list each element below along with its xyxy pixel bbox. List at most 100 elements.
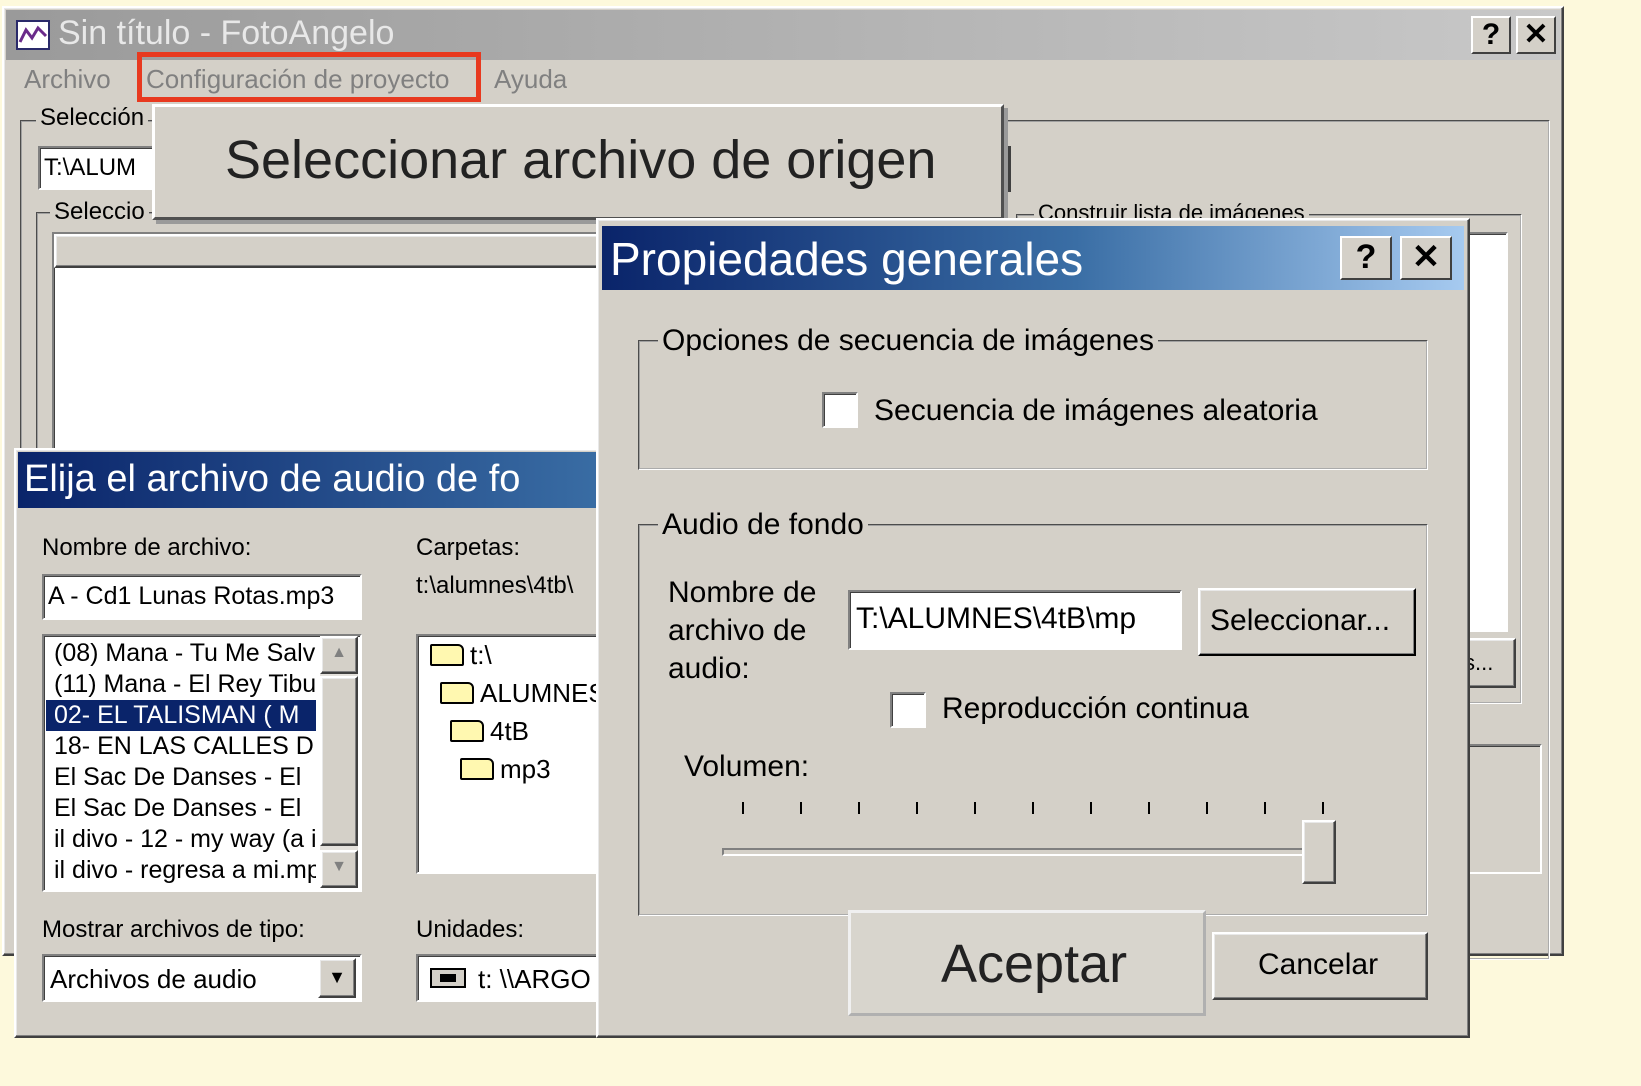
random-sequence-label: Secuencia de imágenes aleatoria bbox=[874, 394, 1318, 427]
cancel-button[interactable]: Cancelar bbox=[1212, 932, 1428, 1000]
accept-label: Aceptar bbox=[941, 934, 1128, 994]
filename-label: Nombre de archivo: bbox=[42, 534, 252, 561]
file-list-item[interactable]: El Sac De Danses - El bbox=[46, 793, 316, 824]
volume-track bbox=[722, 848, 1322, 856]
volume-tick bbox=[858, 802, 860, 814]
scroll-down-button[interactable]: ▼ bbox=[320, 850, 358, 888]
open-folder-icon bbox=[440, 682, 474, 704]
menu-archivo[interactable]: Archivo bbox=[24, 64, 111, 95]
close-icon: ✕ bbox=[1411, 238, 1441, 276]
filename-input[interactable]: A - Cd1 Lunas Rotas.mp3 bbox=[42, 574, 362, 620]
question-icon: ? bbox=[1481, 18, 1501, 51]
folders-path: t:\alumnes\4tb\ bbox=[416, 572, 574, 599]
file-list-item[interactable]: il divo - 12 - my way (a i bbox=[46, 824, 316, 855]
random-sequence-checkbox[interactable] bbox=[822, 392, 858, 428]
app-icon bbox=[16, 20, 50, 50]
audio-filename-label-3: audio: bbox=[668, 652, 750, 685]
volume-tick bbox=[742, 802, 744, 814]
drive-select[interactable]: t: \\ARGO bbox=[416, 954, 616, 1002]
scroll-up-icon: ▲ bbox=[331, 644, 347, 661]
volume-tick bbox=[1148, 802, 1150, 814]
select-source-callout[interactable]: Seleccionar archivo de origen bbox=[152, 104, 1004, 220]
volume-label: Volumen: bbox=[684, 750, 810, 783]
open-folder-icon bbox=[430, 644, 464, 666]
file-list-item[interactable]: (08) Mana - Tu Me Salv bbox=[46, 638, 316, 669]
drive-value: t: \\ARGO bbox=[478, 964, 591, 994]
filetype-dropdown-button[interactable]: ▼ bbox=[318, 958, 356, 998]
selection-group-1-label: Selección bbox=[36, 104, 149, 132]
audio-filename-label-2: archivo de bbox=[668, 614, 807, 647]
properties-dialog: Propiedades generales ? ✕ Opciones de se… bbox=[596, 218, 1470, 1038]
path-field[interactable]: T:\ALUM bbox=[38, 146, 168, 190]
volume-tick bbox=[1264, 802, 1266, 814]
preview-area bbox=[1464, 744, 1542, 874]
folder-item[interactable]: ALUMNES bbox=[418, 674, 614, 712]
main-window-title: Sin título - FotoAngelo bbox=[58, 14, 395, 52]
file-list-item[interactable]: El Sac De Danses - El bbox=[46, 762, 316, 793]
folder-item[interactable]: t:\ bbox=[418, 636, 614, 674]
audio-filename-input[interactable]: T:\ALUMNES\4tB\mp bbox=[848, 590, 1182, 650]
props-dialog-title: Propiedades generales bbox=[610, 233, 1084, 285]
select-source-label: Seleccionar archivo de origen bbox=[225, 130, 937, 190]
filetype-value: Archivos de audio bbox=[50, 964, 257, 994]
folder-item-label: ALUMNES bbox=[480, 678, 606, 708]
audio-filename-label-1: Nombre de bbox=[668, 576, 817, 609]
volume-thumb[interactable] bbox=[1302, 820, 1336, 884]
props-title-bar: Propiedades generales ? ✕ bbox=[602, 226, 1464, 290]
menu-configuracion-proyecto[interactable]: Configuración de proyecto bbox=[146, 64, 450, 95]
file-list-item[interactable]: (11) Mana - El Rey Tibu bbox=[46, 669, 316, 700]
volume-ticks bbox=[742, 802, 1324, 816]
volume-tick bbox=[1090, 802, 1092, 814]
volume-tick bbox=[800, 802, 802, 814]
volume-slider[interactable] bbox=[722, 802, 1342, 892]
folder-item[interactable]: mp3 bbox=[418, 750, 614, 788]
list-header-bar bbox=[54, 234, 610, 268]
close-icon: ✕ bbox=[1523, 18, 1549, 51]
props-close-button[interactable]: ✕ bbox=[1400, 236, 1452, 280]
file-list-items: (08) Mana - Tu Me Salv (11) Mana - El Rey… bbox=[45, 638, 317, 886]
open-folder-icon bbox=[460, 758, 494, 780]
scroll-up-button[interactable]: ▲ bbox=[320, 636, 358, 674]
drives-label: Unidades: bbox=[416, 916, 525, 943]
open-folder-icon bbox=[450, 720, 484, 742]
filetype-select[interactable]: Archivos de audio ▼ bbox=[42, 954, 362, 1002]
image-list-area bbox=[52, 232, 612, 472]
chevron-down-icon: ▼ bbox=[328, 967, 346, 987]
continuous-playback-checkbox[interactable] bbox=[890, 692, 926, 728]
sequence-options-label: Opciones de secuencia de imágenes bbox=[658, 324, 1158, 358]
folder-item[interactable]: 4tB bbox=[418, 712, 614, 750]
file-list-item[interactable]: il divo - regresa a mi.mp bbox=[46, 855, 316, 886]
scroll-thumb[interactable] bbox=[320, 676, 358, 846]
file-list-scrollbar[interactable]: ▲ ▼ bbox=[320, 636, 358, 888]
main-help-button[interactable]: ? bbox=[1471, 16, 1511, 54]
audio-file-dialog: Elija el archivo de audio de fo Nombre d… bbox=[14, 448, 616, 1038]
filetype-label: Mostrar archivos de tipo: bbox=[42, 916, 305, 943]
folder-item-label: t:\ bbox=[470, 640, 492, 670]
file-list-item[interactable]: 18- EN LAS CALLES D bbox=[46, 731, 316, 762]
background-audio-label: Audio de fondo bbox=[658, 508, 868, 542]
question-icon: ? bbox=[1355, 238, 1377, 276]
props-help-button[interactable]: ? bbox=[1340, 236, 1392, 280]
audio-dialog-title: Elija el archivo de audio de fo bbox=[24, 458, 521, 500]
select-audio-button[interactable]: Seleccionar... bbox=[1198, 588, 1416, 656]
file-list-item[interactable]: 02- EL TALISMAN ( M bbox=[45, 699, 317, 732]
folder-tree[interactable]: t:\ ALUMNES 4tB mp3 bbox=[416, 634, 616, 874]
volume-tick bbox=[1322, 802, 1324, 814]
folder-item-label: 4tB bbox=[490, 716, 530, 746]
volume-tick bbox=[1206, 802, 1208, 814]
path-field-divider bbox=[1008, 146, 1011, 192]
continuous-playback-label: Reproducción continua bbox=[942, 692, 1249, 725]
folder-tree-items: t:\ ALUMNES 4tB mp3 bbox=[418, 636, 614, 788]
network-drive-icon bbox=[430, 968, 466, 988]
main-close-button[interactable]: ✕ bbox=[1516, 16, 1556, 54]
volume-tick bbox=[916, 802, 918, 814]
folders-label: Carpetas: bbox=[416, 534, 521, 561]
file-list[interactable]: (08) Mana - Tu Me Salv (11) Mana - El Rey… bbox=[42, 634, 362, 892]
menu-ayuda[interactable]: Ayuda bbox=[494, 64, 567, 95]
accept-button[interactable]: Aceptar bbox=[848, 910, 1206, 1016]
volume-tick bbox=[974, 802, 976, 814]
audio-dialog-title-bar: Elija el archivo de audio de fo bbox=[18, 452, 610, 508]
build-list-area bbox=[1464, 232, 1508, 632]
scroll-down-icon: ▼ bbox=[331, 858, 347, 875]
selection-group-2-label: Seleccio bbox=[50, 198, 149, 226]
